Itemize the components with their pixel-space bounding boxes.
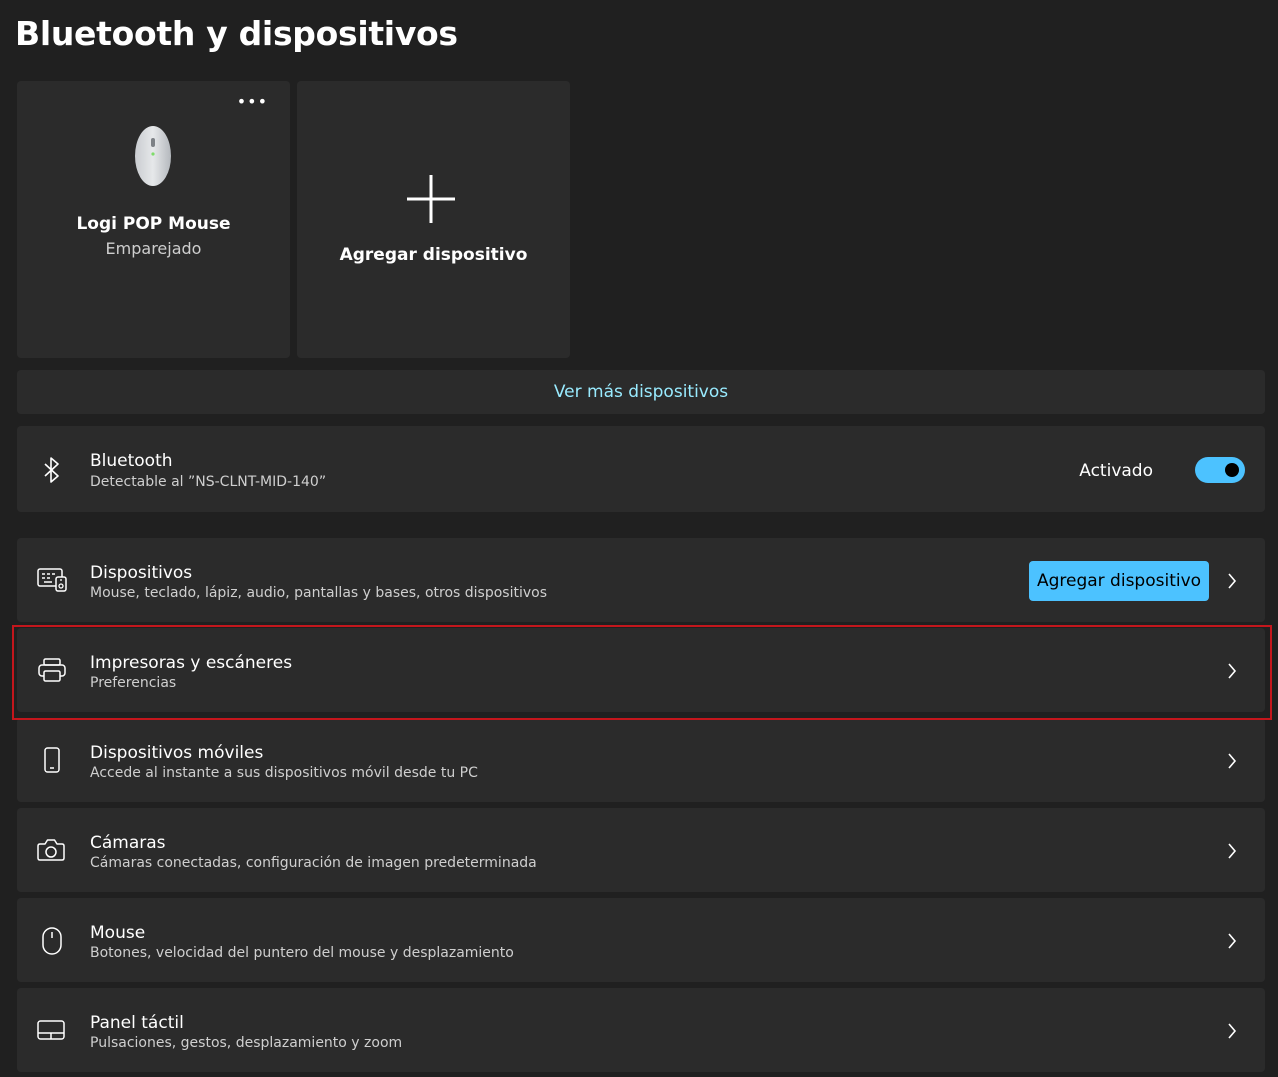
device-tile-logi-pop-mouse[interactable]: ••• Logi POP Mouse Emparejado <box>17 81 290 358</box>
bluetooth-toggle-label: Activado <box>1079 461 1153 481</box>
chevron-right-icon <box>1228 1023 1237 1039</box>
device-name: Logi POP Mouse <box>76 214 231 234</box>
touchpad-icon <box>37 1020 65 1040</box>
bluetooth-subtitle: Detectable al ”NS-CLNT-MID-140” <box>90 474 327 490</box>
row-subtitle: Preferencias <box>90 675 177 691</box>
row-subtitle: Cámaras conectadas, configuración de ima… <box>90 855 537 871</box>
page-title: Bluetooth y dispositivos <box>15 14 458 53</box>
add-device-tile[interactable]: Agregar dispositivo <box>297 81 570 358</box>
row-subtitle: Mouse, teclado, lápiz, audio, pantallas … <box>90 585 547 601</box>
chevron-right-icon <box>1228 573 1237 589</box>
row-title: Impresoras y escáneres <box>90 653 293 673</box>
row-mouse[interactable]: Mouse Botones, velocidad del puntero del… <box>17 898 1265 982</box>
mouse-device-image <box>135 126 171 186</box>
add-device-button[interactable]: Agregar dispositivo <box>1029 561 1209 601</box>
chevron-right-icon <box>1228 933 1237 949</box>
toggle-knob <box>1225 463 1239 477</box>
row-printers-scanners[interactable]: Impresoras y escáneres Preferencias <box>17 628 1265 712</box>
chevron-right-icon <box>1228 753 1237 769</box>
row-title: Mouse <box>90 923 146 943</box>
mouse-icon <box>42 927 62 955</box>
bluetooth-row: Bluetooth Detectable al ”NS-CLNT-MID-140… <box>17 426 1265 512</box>
row-title: Dispositivos <box>90 563 193 583</box>
row-devices[interactable]: Dispositivos Mouse, teclado, lápiz, audi… <box>17 538 1265 622</box>
bluetooth-icon <box>44 457 59 483</box>
phone-icon <box>44 747 60 773</box>
chevron-right-icon <box>1228 843 1237 859</box>
row-subtitle: Accede al instante a sus dispositivos mó… <box>90 765 478 781</box>
row-title: Dispositivos móviles <box>90 743 264 763</box>
printer-icon <box>38 658 66 682</box>
more-icon[interactable]: ••• <box>237 94 268 110</box>
row-subtitle: Pulsaciones, gestos, desplazamiento y zo… <box>90 1035 403 1051</box>
plus-icon <box>407 175 455 223</box>
bluetooth-toggle[interactable] <box>1195 457 1245 483</box>
bluetooth-title: Bluetooth <box>90 451 173 471</box>
chevron-right-icon <box>1228 663 1237 679</box>
row-title: Panel táctil <box>90 1013 184 1033</box>
settings-page: Bluetooth y dispositivos ••• Logi POP Mo… <box>0 0 1278 1077</box>
camera-icon <box>37 839 65 861</box>
row-touchpad[interactable]: Panel táctil Pulsaciones, gestos, despla… <box>17 988 1265 1072</box>
row-mobile-devices[interactable]: Dispositivos móviles Accede al instante … <box>17 718 1265 802</box>
device-status: Emparejado <box>105 239 202 258</box>
add-device-label: Agregar dispositivo <box>339 245 528 265</box>
devices-icon <box>37 568 67 592</box>
row-cameras[interactable]: Cámaras Cámaras conectadas, configuració… <box>17 808 1265 892</box>
see-more-devices-link[interactable]: Ver más dispositivos <box>17 370 1265 414</box>
row-subtitle: Botones, velocidad del puntero del mouse… <box>90 945 514 961</box>
row-title: Cámaras <box>90 833 166 853</box>
